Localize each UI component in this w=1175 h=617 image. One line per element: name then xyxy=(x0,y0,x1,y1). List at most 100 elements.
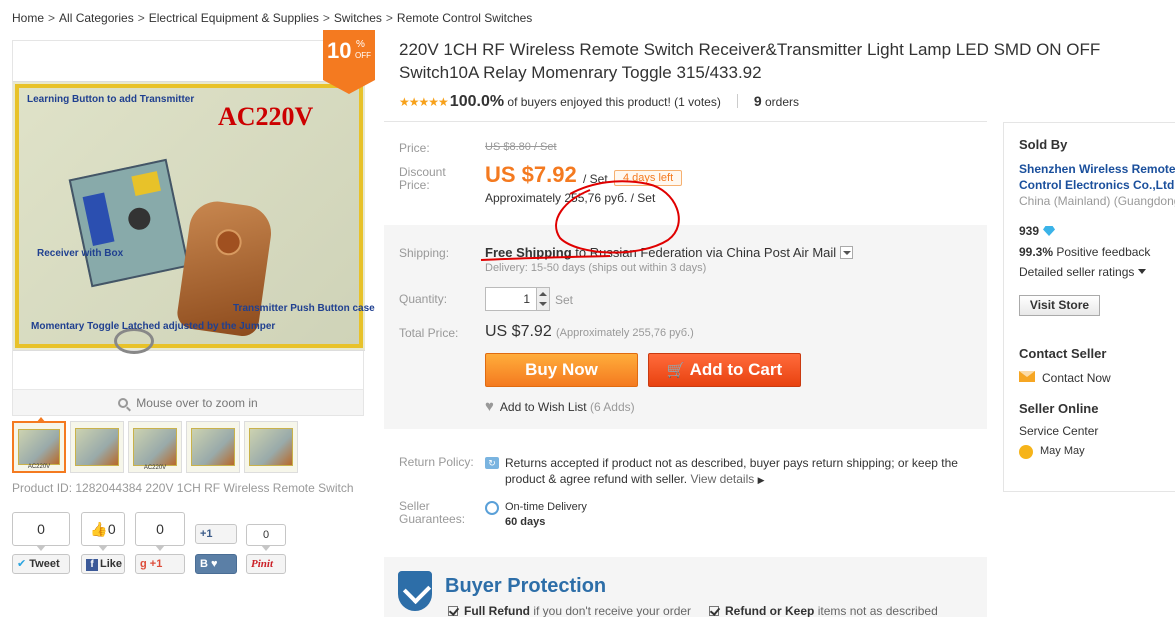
breadcrumb-remote-control-switches[interactable]: Remote Control Switches xyxy=(397,11,532,25)
sold-by-heading: Sold By xyxy=(1019,137,1068,152)
original-price: US $8.80 / Set xyxy=(485,141,557,153)
full-refund-label: Full Refund xyxy=(464,604,530,617)
thumbnail-3[interactable]: AC220V xyxy=(128,421,182,473)
add-to-cart-button[interactable]: 🛒 Add to Cart xyxy=(648,353,801,387)
refund-keep-text: items not as described xyxy=(817,604,938,617)
remote-transmitter-image xyxy=(175,197,275,339)
seller-name-link[interactable]: Shenzhen Wireless Remote Control Electro… xyxy=(1019,161,1175,193)
seller-feedback: 99.3% Positive feedback xyxy=(1019,245,1150,259)
breadcrumb-switches[interactable]: Switches xyxy=(334,11,382,25)
photo-caption-momentary: Momentary Toggle Latched adjusted by the… xyxy=(31,321,276,332)
quantity-input[interactable]: 1 xyxy=(485,287,537,311)
chevron-right-icon: ▶ xyxy=(757,475,765,485)
contact-now-link[interactable]: Contact Now xyxy=(1042,371,1111,385)
orders-label: orders xyxy=(765,95,800,109)
thumbnail-caption: AC220V xyxy=(143,465,167,471)
wishlist-label[interactable]: Add to Wish List xyxy=(500,400,587,414)
rating-row: ★★★★★ 100.0% of buyers enjoyed this produ… xyxy=(399,93,799,111)
free-shipping: Free Shipping xyxy=(485,245,572,260)
wishlist-count: (6 Adds) xyxy=(589,400,635,414)
thumbnail-2[interactable] xyxy=(70,421,124,473)
seller-country: China (Mainland) (Guangdong) xyxy=(1019,194,1175,208)
mail-icon xyxy=(1019,371,1035,382)
orders-count: 9 xyxy=(753,93,762,109)
price-unit: / Set xyxy=(583,172,608,186)
quantity-stepper[interactable] xyxy=(536,287,550,311)
cart-icon: 🛒 xyxy=(666,362,686,379)
breadcrumb-all-categories[interactable]: All Categories xyxy=(59,11,134,25)
view-details-link[interactable]: View details xyxy=(690,472,754,486)
photo-caption-voltage: AC220V xyxy=(218,102,314,131)
visit-store-button[interactable]: Visit Store xyxy=(1019,295,1100,316)
vk-b-label: B xyxy=(200,558,208,570)
price-label: Price: xyxy=(399,141,430,155)
detailed-ratings-toggle[interactable]: Detailed seller ratings xyxy=(1019,265,1147,279)
total-price: US $7.92 xyxy=(485,323,552,340)
shipping-to: to xyxy=(575,245,587,260)
breadcrumb-separator: > xyxy=(322,11,330,25)
photo-caption-learning: Learning Button to add Transmitter xyxy=(27,94,195,105)
product-photo[interactable]: Learning Button to add Transmitter AC220… xyxy=(13,81,375,354)
shipping-destination[interactable]: Russian Federation via China Post Air Ma… xyxy=(590,245,836,260)
total-price-label: Total Price: xyxy=(399,326,459,340)
rating-text[interactable]: of buyers enjoyed this product! (1 votes… xyxy=(507,95,720,109)
protection-item-refund: Full Refund if you don't receive your or… xyxy=(448,604,691,617)
discount-price-label: Discount Price: xyxy=(399,165,446,192)
breadcrumb-home[interactable]: Home xyxy=(12,11,44,25)
photo-caption-receiver: Receiver with Box xyxy=(37,248,124,259)
pinit-label: Pinit xyxy=(251,558,274,570)
checkbox-icon xyxy=(448,606,458,616)
wishlist[interactable]: ♥ Add to Wish List (6 Adds) xyxy=(485,398,635,415)
clock-icon xyxy=(485,501,499,515)
tweet-label: Tweet xyxy=(29,558,60,570)
chevron-down-icon xyxy=(1138,269,1147,274)
seller-online-heading: Seller Online xyxy=(1019,401,1099,416)
thumbnail-5[interactable] xyxy=(244,421,298,473)
shipping-dropdown-icon[interactable] xyxy=(840,246,854,259)
photo-caption-transmitter: Transmitter Push Button case xyxy=(233,303,375,314)
vk-plus-button[interactable]: +1 xyxy=(195,524,237,544)
increment-icon[interactable] xyxy=(539,292,547,296)
google-plus-icon: g xyxy=(140,558,147,570)
service-agent-link[interactable]: May May xyxy=(1040,445,1085,457)
breadcrumb-separator: > xyxy=(385,11,393,25)
shield-icon xyxy=(398,571,432,611)
online-face-icon xyxy=(1019,445,1033,459)
like-label: Like xyxy=(100,558,123,570)
seller-score: 939 xyxy=(1019,224,1056,238)
discount-value: 10 xyxy=(327,38,352,63)
breadcrumb-electrical[interactable]: Electrical Equipment & Supplies xyxy=(149,11,319,25)
magnifier-icon xyxy=(118,398,129,408)
thumbnail-1[interactable]: AC220V xyxy=(12,417,66,473)
add-to-cart-label: Add to Cart xyxy=(689,360,783,379)
thumbs-up-icon: 👍 xyxy=(90,521,108,537)
return-policy-label: Return Policy: xyxy=(399,455,474,469)
full-refund-text: if you don't receive your order xyxy=(533,604,692,617)
buyer-protection-title: Buyer Protection xyxy=(445,575,607,597)
decrement-icon[interactable] xyxy=(539,302,547,306)
approx-price: Approximately 255,76 руб. / Set xyxy=(485,191,656,205)
return-icon: ↻ xyxy=(485,457,499,469)
diamond-icon xyxy=(1043,226,1056,236)
tweet-button[interactable]: ✔ Tweet xyxy=(12,554,70,574)
vk-share-button[interactable]: B ♥ xyxy=(195,554,237,574)
thumbnail-caption: AC220V xyxy=(27,464,51,470)
detailed-ratings-label[interactable]: Detailed seller ratings xyxy=(1019,265,1134,279)
heart-icon: ♥ xyxy=(211,558,218,570)
gplus-count: 0 xyxy=(135,512,185,551)
shipping-info: Free Shipping to Russian Federation via … xyxy=(485,245,854,260)
like-button[interactable]: f Like xyxy=(81,554,125,574)
pinit-button[interactable]: Pinit xyxy=(246,554,286,574)
protection-item-keep: Refund or Keep items not as described xyxy=(709,604,938,617)
zoom-hint: Mouse over to zoom in xyxy=(13,389,363,415)
contact-seller-heading: Contact Seller xyxy=(1019,346,1107,361)
like-count-box: 👍0 xyxy=(81,512,125,551)
product-id: Product ID: 1282044384 220V 1CH RF Wirel… xyxy=(12,481,354,495)
gplus-button[interactable]: g +1 xyxy=(135,554,185,574)
quantity-unit: Set xyxy=(555,293,574,307)
buy-now-button[interactable]: Buy Now xyxy=(485,353,638,387)
thumbnail-4[interactable] xyxy=(186,421,240,473)
like-count: 0 xyxy=(107,521,116,537)
main-image-box[interactable]: Learning Button to add Transmitter AC220… xyxy=(12,40,375,416)
guarantee-days: 60 days xyxy=(505,516,546,528)
